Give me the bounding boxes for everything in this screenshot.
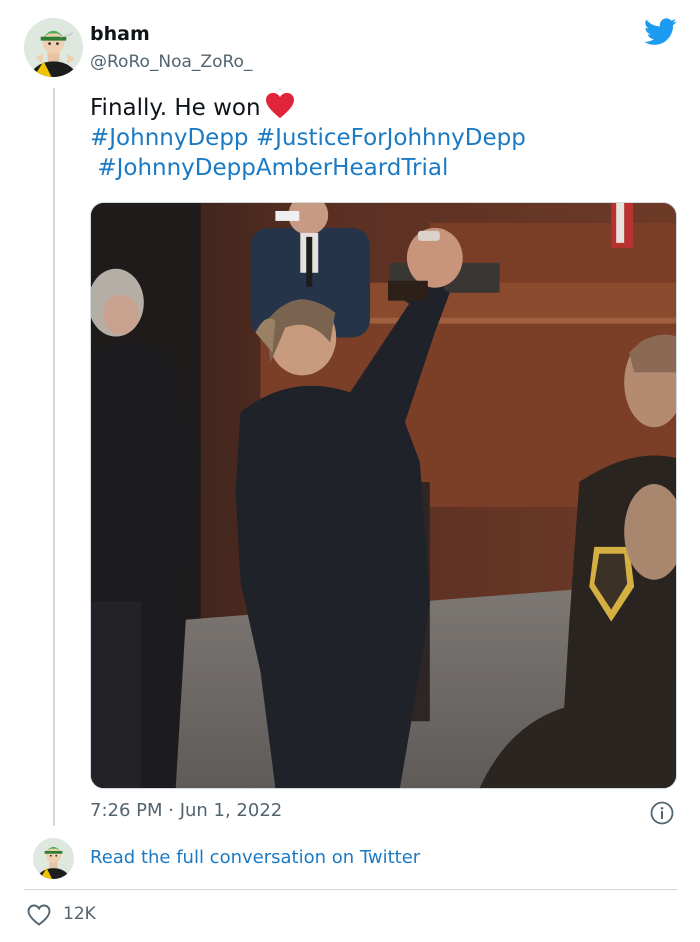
read-full-conversation-link[interactable]: Read the full conversation on Twitter xyxy=(90,847,420,868)
author-handle[interactable]: @RoRo_Noa_ZoRo_ xyxy=(90,52,252,72)
tweet-timestamp[interactable]: 7:26 PM · Jun 1, 2022 xyxy=(90,800,282,821)
heart-outline-icon[interactable] xyxy=(27,904,51,926)
embedded-tweet-card: bham @RoRo_Noa_ZoRo_ Finally. He won #Jo… xyxy=(0,0,700,942)
hashtag-link[interactable]: #JohnnyDeppAmberHeardTrial xyxy=(97,155,448,181)
twitter-bird-icon[interactable] xyxy=(644,18,677,46)
hashtag-link[interactable]: #JohnnyDepp xyxy=(90,125,249,151)
info-icon[interactable] xyxy=(650,801,674,825)
tweet-text: Finally. He won #JohnnyDepp #JusticeForJ… xyxy=(90,92,690,183)
hashtag-link[interactable]: #JusticeForJohhnyDepp xyxy=(256,125,526,151)
like-count[interactable]: 12K xyxy=(63,904,96,924)
red-heart-emoji-icon xyxy=(265,92,294,119)
tweet-text-line1: Finally. He won xyxy=(90,95,261,121)
thread-line xyxy=(53,88,55,826)
author-avatar-small[interactable] xyxy=(33,838,74,879)
author-name[interactable]: bham xyxy=(90,23,150,45)
tweet-media-image[interactable] xyxy=(90,202,677,789)
divider xyxy=(24,889,677,890)
author-avatar[interactable] xyxy=(24,18,83,77)
